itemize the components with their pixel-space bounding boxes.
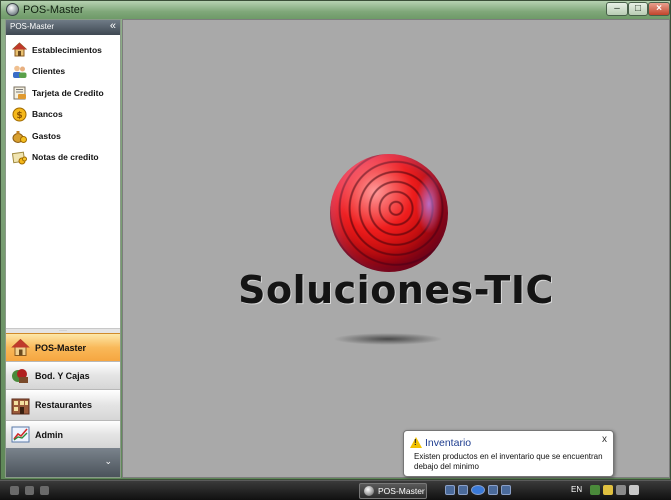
restaurant-icon xyxy=(11,396,30,415)
notification-title: Inventario xyxy=(425,437,472,449)
sidebar-item-tarjeta-de-credito[interactable]: Tarjeta de Credito xyxy=(6,82,120,104)
minimize-button[interactable]: – xyxy=(606,2,628,16)
previous-icon[interactable] xyxy=(458,485,468,495)
next-icon[interactable] xyxy=(488,485,498,495)
coin-icon: $ xyxy=(12,107,27,122)
sidebar-footer: ⌄ xyxy=(6,448,120,477)
credit-card-icon xyxy=(12,85,27,100)
sidebar-item-label: Notas de credito xyxy=(32,152,99,163)
notification-balloon[interactable]: Inventario x Existen productos en el inv… xyxy=(403,430,614,477)
sidebar-item-notas-de-credito[interactable]: Notas de credito xyxy=(6,147,120,169)
logo-sphere-image xyxy=(330,154,448,272)
group-admin[interactable]: Admin xyxy=(6,420,120,448)
sidebar-item-label: Gastos xyxy=(32,130,61,141)
group-pos-master[interactable]: POS-Master xyxy=(6,333,120,361)
home-icon xyxy=(11,338,30,357)
svg-text:$: $ xyxy=(16,111,22,121)
group-label: Admin xyxy=(35,429,63,440)
notification-close-button[interactable]: x xyxy=(602,434,607,445)
logo-shadow xyxy=(333,333,443,345)
sidebar-item-establecimientos[interactable]: Establecimientos xyxy=(6,39,120,61)
app-icon xyxy=(6,3,19,16)
sidebar-item-bancos[interactable]: $ Bancos xyxy=(6,104,120,126)
show-desktop-icon[interactable] xyxy=(629,485,639,495)
window-title: POS-Master xyxy=(23,4,84,16)
taskbar: POS-Master EN xyxy=(0,480,671,500)
money-bag-icon xyxy=(12,128,27,144)
sidebar-title: POS-Master xyxy=(10,22,55,31)
app-window: POS-Master – □ × POS-Master « Establecim… xyxy=(0,0,671,480)
collapse-sidebar-button[interactable]: « xyxy=(110,20,116,32)
quick-launch-icon[interactable] xyxy=(10,486,19,495)
app-icon xyxy=(364,486,374,496)
group-label: Bod. Y Cajas xyxy=(35,370,90,381)
group-restaurantes[interactable]: Restaurantes xyxy=(6,389,120,420)
pause-icon[interactable] xyxy=(471,485,485,495)
media-controls xyxy=(445,485,551,497)
sidebar-item-label: Establecimientos xyxy=(32,44,102,55)
group-label: Restaurantes xyxy=(35,400,93,410)
warehouse-icon xyxy=(11,366,30,385)
main-canvas: Soluciones-TIC xyxy=(122,19,670,478)
sidebar-item-clientes[interactable]: Clientes xyxy=(6,61,120,83)
language-indicator[interactable]: EN xyxy=(571,485,582,494)
nav-list: Establecimientos Clientes Tarjeta de Cre… xyxy=(6,35,120,168)
group-bod-y-cajas[interactable]: Bod. Y Cajas xyxy=(6,361,120,389)
title-bar[interactable]: POS-Master – □ × xyxy=(1,1,670,19)
sidebar-item-label: Tarjeta de Credito xyxy=(32,87,104,98)
logo-text: Soluciones-TIC xyxy=(238,268,554,312)
messenger-icon[interactable] xyxy=(603,485,613,495)
home-icon xyxy=(11,42,28,57)
users-icon xyxy=(12,64,27,79)
sidebar-item-label: Clientes xyxy=(32,66,66,77)
warning-icon xyxy=(410,437,422,448)
stop-icon[interactable] xyxy=(445,485,455,495)
volume-icon[interactable] xyxy=(501,485,511,495)
sidebar-header: POS-Master « xyxy=(6,20,120,35)
notification-message: Existen productos en el inventario que s… xyxy=(414,452,603,471)
close-button[interactable]: × xyxy=(648,2,670,16)
sidebar-item-gastos[interactable]: Gastos xyxy=(6,125,120,147)
quick-launch-icon[interactable] xyxy=(25,486,34,495)
taskbar-button-pos-master[interactable]: POS-Master xyxy=(359,483,427,499)
system-tray xyxy=(590,485,639,495)
chart-icon xyxy=(11,425,30,444)
sidebar-item-label: Bancos xyxy=(32,109,63,120)
taskbar-button-label: POS-Master xyxy=(378,486,425,496)
quick-launch xyxy=(10,486,49,495)
group-label: POS-Master xyxy=(35,342,87,353)
network-icon[interactable] xyxy=(590,485,600,495)
quick-launch-icon[interactable] xyxy=(40,486,49,495)
chevron-down-icon[interactable]: ⌄ xyxy=(104,456,112,467)
speaker-icon[interactable] xyxy=(616,485,626,495)
maximize-button[interactable]: □ xyxy=(628,2,648,16)
notes-icon xyxy=(11,150,27,165)
sidebar: POS-Master « Establecimientos Clientes T… xyxy=(5,19,121,478)
